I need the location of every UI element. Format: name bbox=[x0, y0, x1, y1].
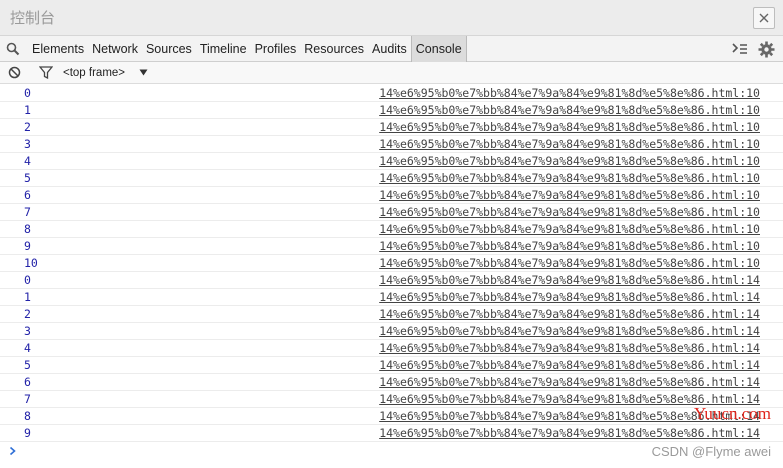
log-value: 1 bbox=[24, 103, 31, 117]
tab-network[interactable]: Network bbox=[88, 36, 142, 62]
log-source-link[interactable]: 14%e6%95%b0%e7%bb%84%e7%9a%84%e9%81%8d%e… bbox=[379, 290, 760, 304]
search-button[interactable] bbox=[6, 42, 20, 56]
log-value: 3 bbox=[24, 137, 31, 151]
log-source-link[interactable]: 14%e6%95%b0%e7%bb%84%e7%9a%84%e9%81%8d%e… bbox=[379, 222, 760, 236]
frame-selector-label: <top frame> bbox=[63, 66, 126, 79]
log-value: 5 bbox=[24, 358, 31, 372]
dropdown-caret-icon bbox=[139, 69, 148, 76]
gear-icon bbox=[758, 41, 775, 57]
log-value: 8 bbox=[24, 409, 31, 423]
log-row: 1 14%e6%95%b0%e7%bb%84%e7%9a%84%e9%81%8d%… bbox=[0, 102, 783, 119]
log-row: 4 14%e6%95%b0%e7%bb%84%e7%9a%84%e9%81%8d%… bbox=[0, 153, 783, 170]
settings-button[interactable] bbox=[758, 41, 775, 58]
tab-bar-actions bbox=[732, 36, 775, 62]
filter-button[interactable] bbox=[39, 66, 53, 79]
log-row: 8 14%e6%95%b0%e7%bb%84%e7%9a%84%e9%81%8d%… bbox=[0, 221, 783, 238]
log-value: 6 bbox=[24, 188, 31, 202]
log-value: 7 bbox=[24, 392, 31, 406]
log-value: 0 bbox=[24, 86, 31, 100]
log-row: 5 14%e6%95%b0%e7%bb%84%e7%9a%84%e9%81%8d%… bbox=[0, 357, 783, 374]
log-source-link[interactable]: 14%e6%95%b0%e7%bb%84%e7%9a%84%e9%81%8d%e… bbox=[379, 426, 760, 440]
log-row: 1 14%e6%95%b0%e7%bb%84%e7%9a%84%e9%81%8d%… bbox=[0, 289, 783, 306]
log-row: 7 14%e6%95%b0%e7%bb%84%e7%9a%84%e9%81%8d%… bbox=[0, 204, 783, 221]
log-row: 2 14%e6%95%b0%e7%bb%84%e7%9a%84%e9%81%8d%… bbox=[0, 119, 783, 136]
frame-selector[interactable]: <top frame> bbox=[63, 67, 148, 79]
log-source-link[interactable]: 14%e6%95%b0%e7%bb%84%e7%9a%84%e9%81%8d%e… bbox=[379, 358, 760, 372]
tab-console[interactable]: Console bbox=[410, 35, 467, 62]
watermark-site: Yuucn.com bbox=[694, 404, 771, 423]
log-value: 4 bbox=[24, 341, 31, 355]
console-log: 0 14%e6%95%b0%e7%bb%84%e7%9a%84%e9%81%8d%… bbox=[0, 85, 783, 460]
window-title: 控制台 bbox=[10, 10, 56, 27]
title-bar: 控制台 bbox=[0, 0, 783, 36]
log-row: 10 14%e6%95%b0%e7%bb%84%e7%9a%84%e9%81%8d… bbox=[0, 255, 783, 272]
search-icon bbox=[6, 42, 20, 55]
log-value: 1 bbox=[24, 290, 31, 304]
log-source-link[interactable]: 14%e6%95%b0%e7%bb%84%e7%9a%84%e9%81%8d%e… bbox=[379, 137, 760, 151]
log-value: 5 bbox=[24, 171, 31, 185]
log-source-link[interactable]: 14%e6%95%b0%e7%bb%84%e7%9a%84%e9%81%8d%e… bbox=[379, 171, 760, 185]
log-value: 7 bbox=[24, 205, 31, 219]
log-row: 0 14%e6%95%b0%e7%bb%84%e7%9a%84%e9%81%8d%… bbox=[0, 85, 783, 102]
log-row: 3 14%e6%95%b0%e7%bb%84%e7%9a%84%e9%81%8d%… bbox=[0, 136, 783, 153]
watermark-author: CSDN @Flyme awei bbox=[651, 444, 771, 459]
log-source-link[interactable]: 14%e6%95%b0%e7%bb%84%e7%9a%84%e9%81%8d%e… bbox=[379, 239, 760, 253]
prompt-chevron-icon bbox=[9, 446, 16, 456]
log-row: 9 14%e6%95%b0%e7%bb%84%e7%9a%84%e9%81%8d%… bbox=[0, 425, 783, 442]
log-value: 9 bbox=[24, 426, 31, 440]
close-icon bbox=[759, 13, 769, 22]
devtools-tab-bar: Elements Network Sources Timeline Profil… bbox=[0, 35, 783, 62]
log-row: 5 14%e6%95%b0%e7%bb%84%e7%9a%84%e9%81%8d%… bbox=[0, 170, 783, 187]
log-source-link[interactable]: 14%e6%95%b0%e7%bb%84%e7%9a%84%e9%81%8d%e… bbox=[379, 307, 760, 321]
log-value: 10 bbox=[24, 256, 38, 270]
log-source-link[interactable]: 14%e6%95%b0%e7%bb%84%e7%9a%84%e9%81%8d%e… bbox=[379, 375, 760, 389]
log-source-link[interactable]: 14%e6%95%b0%e7%bb%84%e7%9a%84%e9%81%8d%e… bbox=[379, 256, 760, 270]
log-row: 6 14%e6%95%b0%e7%bb%84%e7%9a%84%e9%81%8d%… bbox=[0, 374, 783, 391]
log-row: 0 14%e6%95%b0%e7%bb%84%e7%9a%84%e9%81%8d%… bbox=[0, 272, 783, 289]
log-source-link[interactable]: 14%e6%95%b0%e7%bb%84%e7%9a%84%e9%81%8d%e… bbox=[379, 205, 760, 219]
clear-console-button[interactable] bbox=[8, 66, 21, 79]
log-value: 9 bbox=[24, 239, 31, 253]
log-row: 8 14%e6%95%b0%e7%bb%84%e7%9a%84%e9%81%8d%… bbox=[0, 408, 783, 425]
log-source-link[interactable]: 14%e6%95%b0%e7%bb%84%e7%9a%84%e9%81%8d%e… bbox=[379, 324, 760, 338]
log-value: 4 bbox=[24, 154, 31, 168]
log-row: 6 14%e6%95%b0%e7%bb%84%e7%9a%84%e9%81%8d%… bbox=[0, 187, 783, 204]
log-source-link[interactable]: 14%e6%95%b0%e7%bb%84%e7%9a%84%e9%81%8d%e… bbox=[379, 341, 760, 355]
tab-sources[interactable]: Sources bbox=[142, 36, 196, 62]
dock-button[interactable] bbox=[732, 43, 748, 55]
tab-profiles[interactable]: Profiles bbox=[251, 36, 301, 62]
log-source-link[interactable]: 14%e6%95%b0%e7%bb%84%e7%9a%84%e9%81%8d%e… bbox=[379, 86, 760, 100]
log-row: 9 14%e6%95%b0%e7%bb%84%e7%9a%84%e9%81%8d%… bbox=[0, 238, 783, 255]
console-toolbar: <top frame> bbox=[0, 62, 783, 84]
log-source-link[interactable]: 14%e6%95%b0%e7%bb%84%e7%9a%84%e9%81%8d%e… bbox=[379, 120, 760, 134]
clear-console-icon bbox=[8, 66, 21, 79]
log-source-link[interactable]: 14%e6%95%b0%e7%bb%84%e7%9a%84%e9%81%8d%e… bbox=[379, 103, 760, 117]
log-row: 4 14%e6%95%b0%e7%bb%84%e7%9a%84%e9%81%8d%… bbox=[0, 340, 783, 357]
filter-icon bbox=[39, 66, 53, 79]
tab-timeline[interactable]: Timeline bbox=[196, 36, 251, 62]
log-row: 3 14%e6%95%b0%e7%bb%84%e7%9a%84%e9%81%8d%… bbox=[0, 323, 783, 340]
log-source-link[interactable]: 14%e6%95%b0%e7%bb%84%e7%9a%84%e9%81%8d%e… bbox=[379, 154, 760, 168]
log-value: 2 bbox=[24, 307, 31, 321]
log-value: 0 bbox=[24, 273, 31, 287]
log-row: 2 14%e6%95%b0%e7%bb%84%e7%9a%84%e9%81%8d%… bbox=[0, 306, 783, 323]
tab-resources[interactable]: Resources bbox=[300, 36, 368, 62]
log-value: 6 bbox=[24, 375, 31, 389]
log-value: 8 bbox=[24, 222, 31, 236]
close-button[interactable] bbox=[753, 6, 775, 29]
log-source-link[interactable]: 14%e6%95%b0%e7%bb%84%e7%9a%84%e9%81%8d%e… bbox=[379, 188, 760, 202]
log-row: 7 14%e6%95%b0%e7%bb%84%e7%9a%84%e9%81%8d%… bbox=[0, 391, 783, 408]
log-source-link[interactable]: 14%e6%95%b0%e7%bb%84%e7%9a%84%e9%81%8d%e… bbox=[379, 273, 760, 287]
log-value: 3 bbox=[24, 324, 31, 338]
log-value: 2 bbox=[24, 120, 31, 134]
tab-audits[interactable]: Audits bbox=[368, 36, 411, 62]
tab-elements[interactable]: Elements bbox=[28, 36, 88, 62]
dock-icon bbox=[732, 43, 747, 54]
